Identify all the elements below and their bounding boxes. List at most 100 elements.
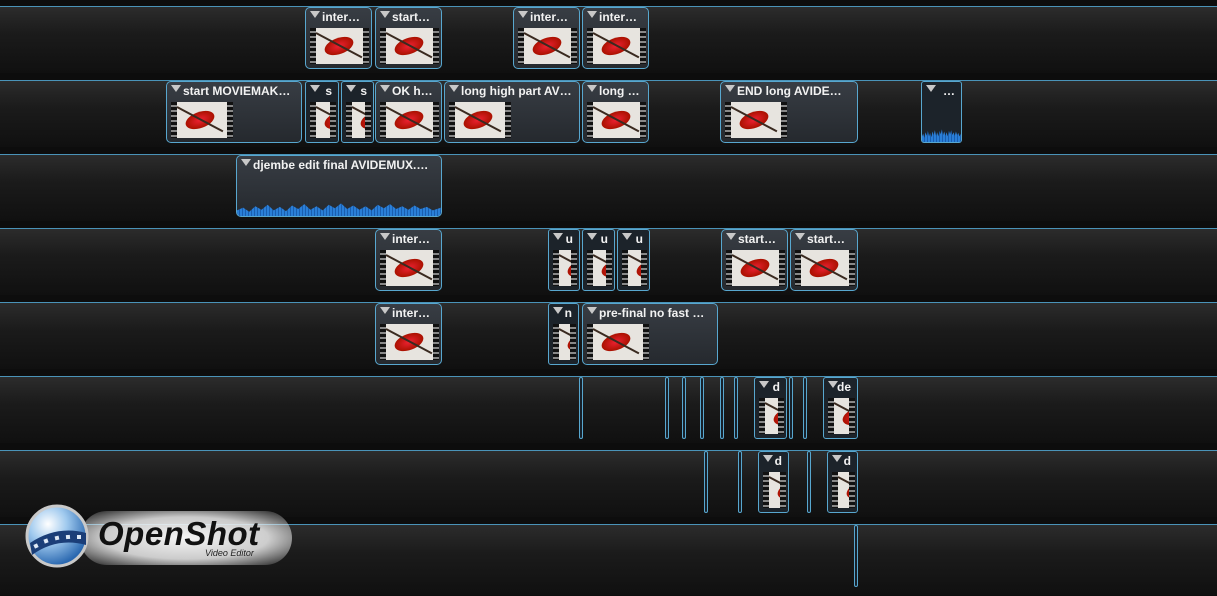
clip[interactable]: u — [548, 229, 580, 291]
transition-marker[interactable] — [734, 377, 738, 439]
transition-marker[interactable] — [682, 377, 686, 439]
film-strip-icon — [363, 28, 369, 64]
film-strip-icon — [779, 250, 785, 286]
transition-marker[interactable] — [704, 451, 708, 513]
clip-menu-arrow-icon[interactable] — [380, 307, 390, 314]
clip-thumbnail — [310, 28, 369, 64]
clip-thumbnail — [832, 472, 855, 508]
clip-thumbnail — [622, 250, 647, 286]
film-strip-icon — [571, 250, 577, 286]
clip[interactable]: start… — [721, 229, 788, 291]
clip[interactable]: s — [341, 81, 374, 143]
clip[interactable]: OK h… — [375, 81, 442, 143]
clip-menu-arrow-icon[interactable] — [380, 85, 390, 92]
transition-marker[interactable] — [738, 451, 742, 513]
clip-thumbnail — [346, 102, 371, 138]
clip-menu-arrow-icon[interactable] — [725, 85, 735, 92]
clip[interactable]: inter… — [375, 303, 442, 365]
transition-marker[interactable] — [854, 525, 858, 587]
clip[interactable]: start… — [790, 229, 858, 291]
clip[interactable]: pre-final no fast … — [582, 303, 718, 365]
clip-title: u — [565, 232, 573, 246]
clip-menu-arrow-icon[interactable] — [795, 233, 805, 240]
clip[interactable]: END long AVIDEM… — [720, 81, 858, 143]
clip-thumbnail — [587, 28, 646, 64]
clip-title: inter… — [599, 10, 638, 24]
clip-thumbnail — [587, 250, 612, 286]
clip-thumbnail — [553, 324, 576, 360]
clip-title: d — [843, 454, 851, 468]
clip-thumbnail — [759, 398, 784, 434]
transition-marker[interactable] — [803, 377, 807, 439]
transition-marker[interactable] — [665, 377, 669, 439]
clip-title: u — [635, 232, 643, 246]
clip[interactable]: long high part AV… — [444, 81, 580, 143]
clip[interactable]: djembe edit final AVIDEMUX.… — [236, 155, 442, 217]
clip[interactable]: d — [754, 377, 787, 439]
film-strip-icon — [780, 472, 786, 508]
clip-thumbnail — [828, 398, 855, 434]
clip-menu-arrow-icon[interactable] — [726, 233, 736, 240]
clip-menu-arrow-icon[interactable] — [310, 11, 320, 18]
clip[interactable]: u — [617, 229, 650, 291]
clip-title: u — [600, 232, 608, 246]
clip[interactable]: … — [921, 81, 962, 143]
clip-thumbnail — [171, 102, 233, 138]
clip-menu-arrow-icon[interactable] — [380, 233, 390, 240]
film-strip-icon — [570, 324, 576, 360]
clip-menu-arrow-icon[interactable] — [449, 85, 459, 92]
transition-marker[interactable] — [579, 377, 583, 439]
film-strip-icon — [227, 102, 233, 138]
logo-subtitle: Video Editor — [205, 548, 254, 558]
clip-title: de — [836, 380, 851, 394]
clip-menu-arrow-icon[interactable] — [241, 159, 251, 166]
timeline-track-4[interactable]: inter… u u u start… start… — [0, 228, 1217, 295]
clip[interactable]: start… — [375, 7, 442, 69]
clip-title: start… — [392, 10, 431, 24]
timeline-track-3[interactable]: djembe edit final AVIDEMUX.… — [0, 154, 1217, 221]
clip-menu-arrow-icon[interactable] — [587, 85, 597, 92]
timeline-track-5[interactable]: inter… n pre-final no fast … — [0, 302, 1217, 369]
clip[interactable]: inter… — [582, 7, 649, 69]
clip-title: s — [360, 84, 367, 98]
clip-title: inter… — [392, 232, 431, 246]
clip[interactable]: inter… — [513, 7, 580, 69]
clip-thumbnail — [587, 102, 646, 138]
clip[interactable]: s — [305, 81, 339, 143]
clip-title: inter… — [392, 306, 431, 320]
clip-title: start… — [807, 232, 846, 246]
timeline-track-6[interactable]: d de — [0, 376, 1217, 443]
clip-title: long … — [599, 84, 640, 98]
clip[interactable]: d — [827, 451, 858, 513]
clip[interactable]: u — [582, 229, 615, 291]
film-strip-icon — [849, 250, 855, 286]
clip-menu-arrow-icon[interactable] — [587, 307, 597, 314]
clip-menu-arrow-icon[interactable] — [380, 11, 390, 18]
clip-menu-arrow-icon[interactable] — [518, 11, 528, 18]
clip[interactable]: inter… — [375, 229, 442, 291]
timeline-track-1[interactable]: inter… start… inter… inter… — [0, 6, 1217, 73]
film-strip-icon — [849, 472, 855, 508]
film-strip-icon — [505, 102, 511, 138]
clip-thumbnail — [725, 102, 787, 138]
transition-marker[interactable] — [720, 377, 724, 439]
clip[interactable]: d — [758, 451, 789, 513]
clip-menu-arrow-icon[interactable] — [171, 85, 181, 92]
clip[interactable]: inter… — [305, 7, 372, 69]
clip-menu-arrow-icon[interactable] — [587, 11, 597, 18]
clip[interactable]: n — [548, 303, 579, 365]
transition-marker[interactable] — [700, 377, 704, 439]
clip[interactable]: de — [823, 377, 858, 439]
timeline-track-2[interactable]: start MOVIEMAK… s s OK h… long high part AV…… — [0, 80, 1217, 147]
transition-marker[interactable] — [807, 451, 811, 513]
clip-title: inter… — [322, 10, 361, 24]
clip[interactable]: long … — [582, 81, 649, 143]
film-strip-icon — [640, 28, 646, 64]
clip-title: d — [774, 454, 782, 468]
clip-thumbnail — [726, 250, 785, 286]
openshot-ball-icon — [25, 504, 89, 568]
clip-title: d — [772, 380, 780, 394]
film-strip-icon — [781, 102, 787, 138]
clip[interactable]: start MOVIEMAK… — [166, 81, 302, 143]
transition-marker[interactable] — [789, 377, 793, 439]
